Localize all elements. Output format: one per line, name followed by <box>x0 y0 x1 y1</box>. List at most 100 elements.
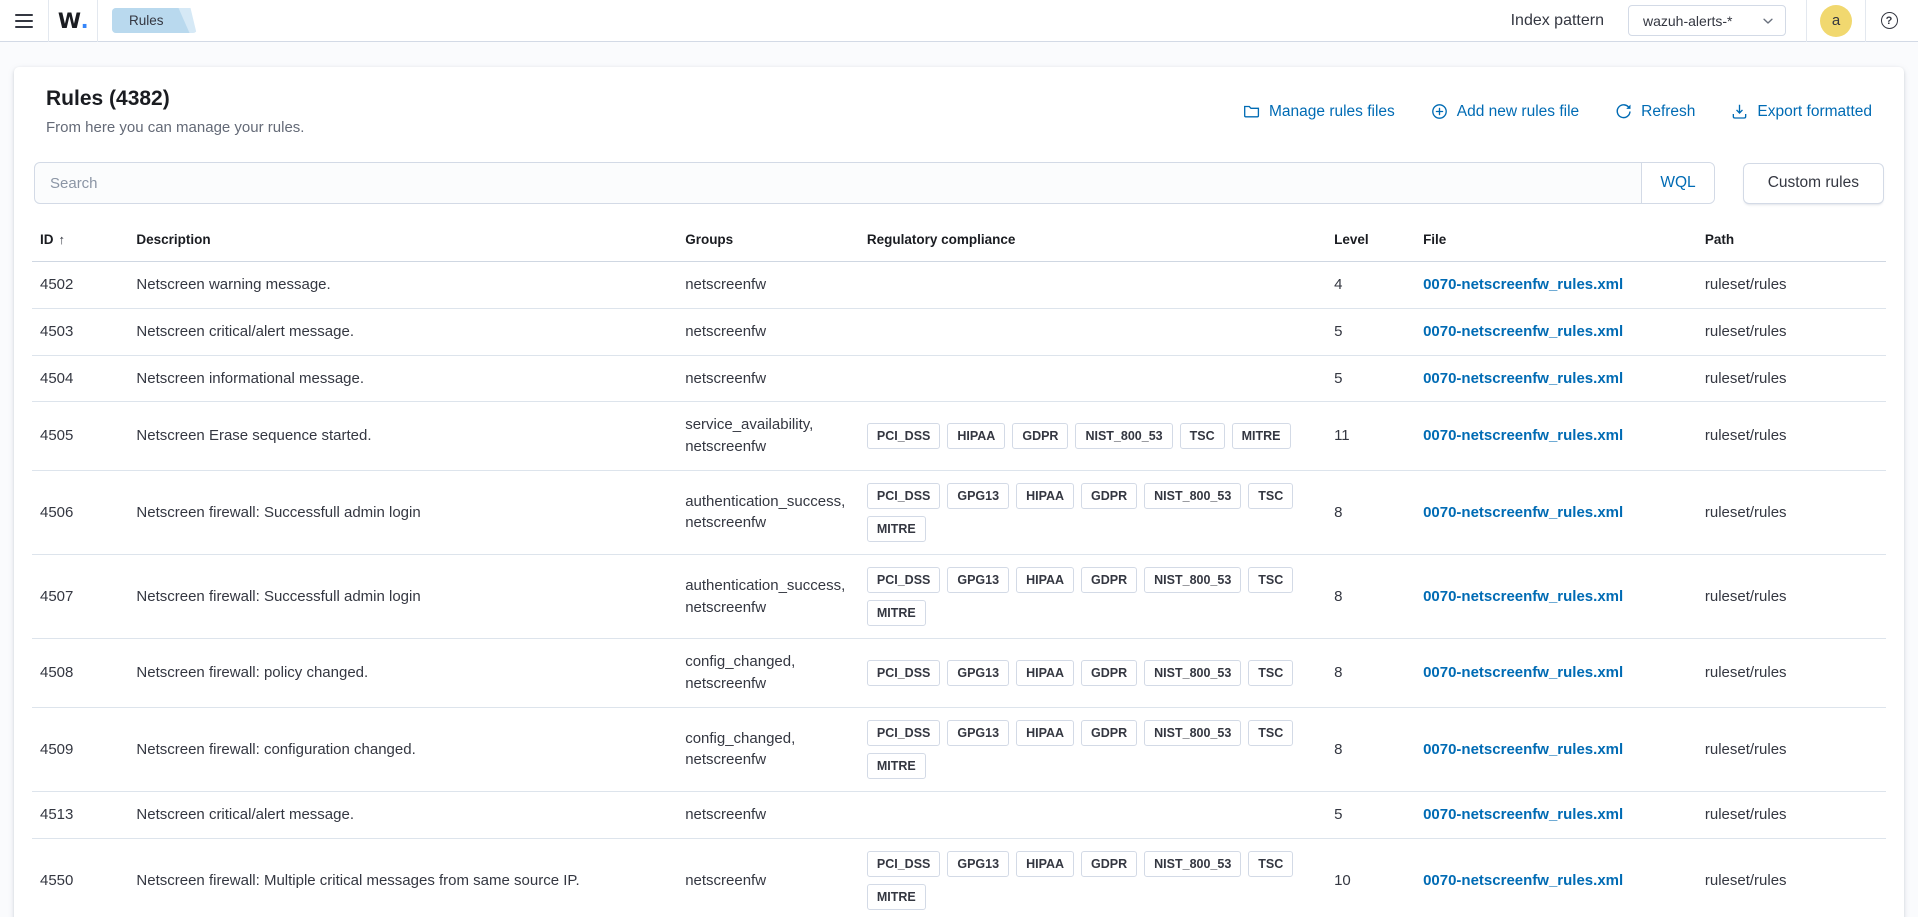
rule-compliance-cell: PCI_DSSGPG13HIPAAGDPRNIST_800_53TSCMITRE <box>859 470 1326 554</box>
chevron-down-icon <box>1761 14 1775 28</box>
rule-groups-cell: config_changed, netscreenfw <box>677 707 859 791</box>
compliance-badge: PCI_DSS <box>867 567 941 593</box>
topbar-divider <box>1865 0 1866 42</box>
export-formatted-button[interactable]: Export formatted <box>1731 103 1872 121</box>
rule-level-cell: 8 <box>1326 639 1415 708</box>
rule-file-link[interactable]: 0070-netscreenfw_rules.xml <box>1423 588 1623 605</box>
rule-file-link[interactable]: 0070-netscreenfw_rules.xml <box>1423 323 1623 340</box>
table-row[interactable]: 4506Netscreen firewall: Successfull admi… <box>32 470 1886 554</box>
column-header-description[interactable]: Description <box>128 218 677 262</box>
rule-level-cell: 5 <box>1326 792 1415 839</box>
rule-file-link[interactable]: 0070-netscreenfw_rules.xml <box>1423 872 1623 889</box>
compliance-badge: PCI_DSS <box>867 851 941 877</box>
help-button[interactable]: ? <box>1874 0 1904 42</box>
index-pattern-select[interactable]: wazuh-alerts-* <box>1628 5 1786 36</box>
rule-id-cell: 4506 <box>32 470 128 554</box>
column-header-id[interactable]: ID↑ <box>32 218 128 262</box>
rule-file-link[interactable]: 0070-netscreenfw_rules.xml <box>1423 741 1623 758</box>
rule-path-cell: ruleset/rules <box>1697 792 1886 839</box>
rule-id-cell: 4505 <box>32 402 128 471</box>
rule-compliance-cell <box>859 792 1326 839</box>
rule-path-cell: ruleset/rules <box>1697 402 1886 471</box>
column-header-file[interactable]: File <box>1415 218 1697 262</box>
rule-path-cell: ruleset/rules <box>1697 308 1886 355</box>
rule-description-cell: Netscreen firewall: Multiple critical me… <box>128 838 677 917</box>
page-title: Rules (4382) <box>46 87 304 111</box>
rule-description-cell: Netscreen firewall: Successfull admin lo… <box>128 470 677 554</box>
table-row[interactable]: 4502Netscreen warning message.netscreenf… <box>32 262 1886 309</box>
column-label: File <box>1423 232 1446 247</box>
column-header-regulatory-compliance[interactable]: Regulatory compliance <box>859 218 1326 262</box>
topbar-divider <box>97 0 98 42</box>
search-bar: WQL <box>34 162 1715 204</box>
search-input[interactable] <box>35 163 1641 203</box>
query-language-button[interactable]: WQL <box>1641 163 1713 203</box>
table-row[interactable]: 4508Netscreen firewall: policy changed.c… <box>32 639 1886 708</box>
user-avatar[interactable]: a <box>1820 5 1852 37</box>
top-navigation-bar: W. Rules Index pattern wazuh-alerts-* a … <box>0 0 1918 42</box>
rule-id-cell: 4503 <box>32 308 128 355</box>
table-row[interactable]: 4507Netscreen firewall: Successfull admi… <box>32 555 1886 639</box>
table-row[interactable]: 4550Netscreen firewall: Multiple critica… <box>32 838 1886 917</box>
rule-id-cell: 4504 <box>32 355 128 402</box>
breadcrumb-label: Rules <box>129 13 164 28</box>
table-row[interactable]: 4509Netscreen firewall: configuration ch… <box>32 707 1886 791</box>
rule-description-cell: Netscreen firewall: policy changed. <box>128 639 677 708</box>
compliance-badge: TSC <box>1248 660 1293 686</box>
wazuh-logo[interactable]: W. <box>49 0 97 42</box>
rule-file-cell: 0070-netscreenfw_rules.xml <box>1415 355 1697 402</box>
rule-file-link[interactable]: 0070-netscreenfw_rules.xml <box>1423 504 1623 521</box>
rule-file-link[interactable]: 0070-netscreenfw_rules.xml <box>1423 806 1623 823</box>
rule-level-cell: 8 <box>1326 470 1415 554</box>
rule-description-cell: Netscreen firewall: configuration change… <box>128 707 677 791</box>
table-row[interactable]: 4503Netscreen critical/alert message.net… <box>32 308 1886 355</box>
compliance-badge: MITRE <box>867 884 926 910</box>
breadcrumb-rules-tab[interactable]: Rules <box>112 8 197 33</box>
table-row[interactable]: 4513Netscreen critical/alert message.net… <box>32 792 1886 839</box>
index-pattern-label: Index pattern <box>1511 12 1604 30</box>
compliance-badge: GDPR <box>1081 720 1137 746</box>
rule-file-link[interactable]: 0070-netscreenfw_rules.xml <box>1423 664 1623 681</box>
rule-groups-cell: netscreenfw <box>677 792 859 839</box>
rule-compliance-cell <box>859 308 1326 355</box>
rule-groups-cell: netscreenfw <box>677 262 859 309</box>
column-header-groups[interactable]: Groups <box>677 218 859 262</box>
rule-file-cell: 0070-netscreenfw_rules.xml <box>1415 707 1697 791</box>
index-pattern-value: wazuh-alerts-* <box>1643 13 1732 29</box>
action-label: Refresh <box>1641 103 1695 121</box>
column-label: Regulatory compliance <box>867 232 1016 247</box>
rule-file-cell: 0070-netscreenfw_rules.xml <box>1415 838 1697 917</box>
rule-file-link[interactable]: 0070-netscreenfw_rules.xml <box>1423 427 1623 444</box>
compliance-badge: HIPAA <box>1016 720 1074 746</box>
compliance-badge: PCI_DSS <box>867 660 941 686</box>
rule-id-cell: 4502 <box>32 262 128 309</box>
action-label: Export formatted <box>1757 103 1872 121</box>
menu-toggle-button[interactable] <box>0 0 48 42</box>
rule-groups-cell: authentication_success, netscreenfw <box>677 470 859 554</box>
compliance-badge: MITRE <box>1232 423 1291 449</box>
rule-description-cell: Netscreen critical/alert message. <box>128 792 677 839</box>
column-label: Description <box>136 232 210 247</box>
rule-groups-cell: netscreenfw <box>677 308 859 355</box>
rule-file-link[interactable]: 0070-netscreenfw_rules.xml <box>1423 370 1623 387</box>
column-label: Path <box>1705 232 1734 247</box>
column-header-path[interactable]: Path <box>1697 218 1886 262</box>
refresh-button[interactable]: Refresh <box>1615 103 1695 121</box>
avatar-initial: a <box>1832 12 1840 29</box>
compliance-badge: HIPAA <box>1016 567 1074 593</box>
rule-groups-cell: config_changed, netscreenfw <box>677 639 859 708</box>
column-header-level[interactable]: Level <box>1326 218 1415 262</box>
page-subtitle: From here you can manage your rules. <box>46 119 304 136</box>
rule-level-cell: 10 <box>1326 838 1415 917</box>
table-row[interactable]: 4505Netscreen Erase sequence started.ser… <box>32 402 1886 471</box>
rule-file-cell: 0070-netscreenfw_rules.xml <box>1415 639 1697 708</box>
rule-compliance-cell: PCI_DSSGPG13HIPAAGDPRNIST_800_53TSCMITRE <box>859 555 1326 639</box>
custom-rules-button[interactable]: Custom rules <box>1743 163 1884 204</box>
compliance-badge: MITRE <box>867 600 926 626</box>
add-new-rules-file-button[interactable]: Add new rules file <box>1431 103 1579 121</box>
rule-file-link[interactable]: 0070-netscreenfw_rules.xml <box>1423 276 1623 293</box>
table-row[interactable]: 4504Netscreen informational message.nets… <box>32 355 1886 402</box>
rule-groups-cell: service_availability, netscreenfw <box>677 402 859 471</box>
manage-rules-files-button[interactable]: Manage rules files <box>1243 103 1395 121</box>
rule-file-cell: 0070-netscreenfw_rules.xml <box>1415 470 1697 554</box>
